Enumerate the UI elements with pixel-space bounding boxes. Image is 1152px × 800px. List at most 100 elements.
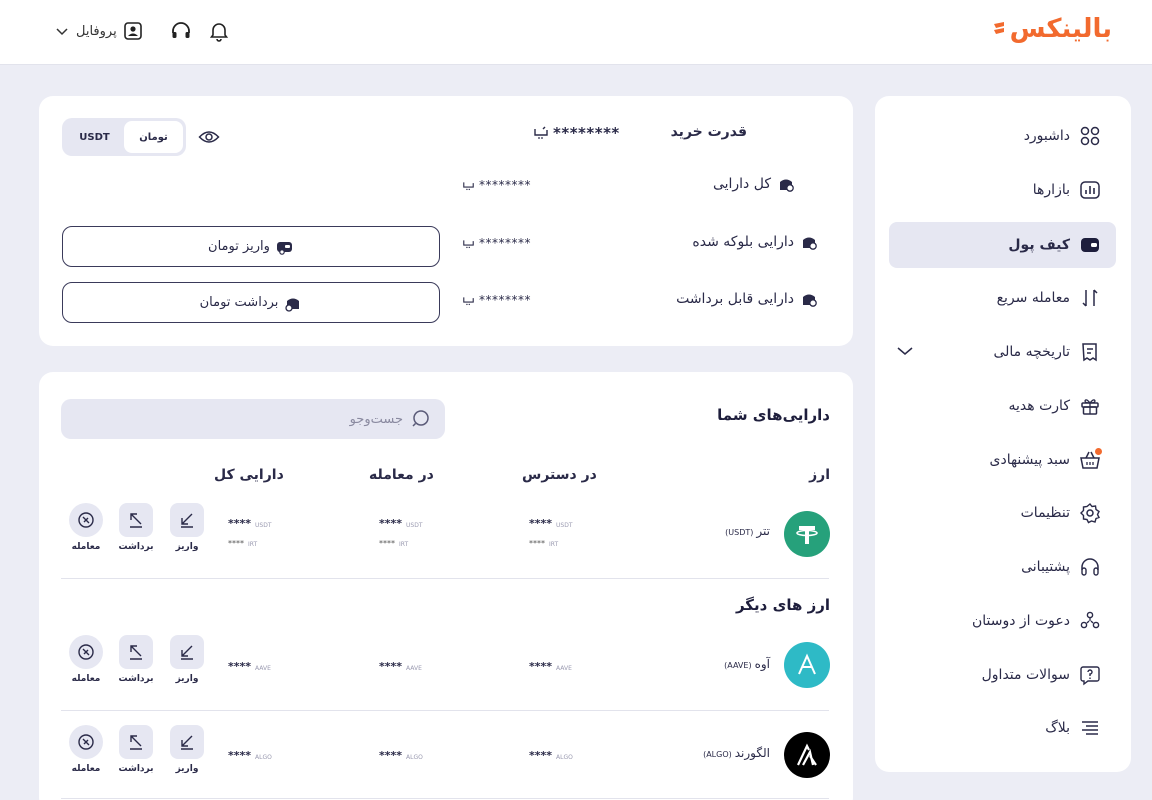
sidebar-item-markets[interactable]: بازارها [889, 167, 1116, 213]
logo[interactable]: بالینکس [992, 12, 1112, 46]
currency-toggle[interactable]: USDT تومان [62, 118, 186, 156]
row-divider [61, 578, 829, 579]
profile-menu[interactable]: پروفایل [54, 21, 143, 41]
available-irt: **** IRT [529, 539, 559, 548]
aave-logo [784, 642, 830, 688]
sidebar-item-invite[interactable]: دعوت از دوستان [889, 598, 1116, 644]
col-available: در دسترس [522, 467, 597, 483]
sidebar-item-blog[interactable]: بلاگ [889, 705, 1116, 751]
notification-dot [1095, 448, 1102, 455]
total-irt: **** IRT [228, 539, 258, 548]
gift-icon [1078, 394, 1102, 418]
assets-title: دارایی‌های شما [717, 406, 830, 424]
search-placeholder: جست‌وجو [349, 411, 403, 427]
receipt-icon [1078, 340, 1102, 364]
in-trade-value: **** AAVE [379, 660, 422, 673]
chevron-down-icon[interactable] [895, 341, 915, 361]
arrow-up-left-icon [130, 735, 142, 750]
sidebar-item-label: سبد پیشنهادی [989, 452, 1071, 468]
in-trade-value: **** USDT [379, 517, 423, 530]
sidebar-item-dashboard[interactable]: داشبورد [889, 113, 1116, 159]
col-total: دارایی کل [214, 467, 284, 483]
deposit-toman-button[interactable]: واریز تومان [62, 226, 440, 267]
lines-icon [1078, 716, 1102, 740]
sidebar-item-wallet[interactable]: کیف پول [889, 222, 1116, 268]
sidebar-item-label: تاریخچه مالی [993, 344, 1070, 360]
money-bag-icon [803, 294, 817, 307]
sidebar-item-basket[interactable]: سبد پیشنهادی [889, 437, 1116, 483]
eye-icon[interactable] [198, 126, 220, 152]
withdrawable-asset-row: دارایی قابل برداشت [676, 290, 818, 308]
headset-icon[interactable] [169, 19, 193, 43]
total-value: **** ALGO [228, 749, 272, 762]
sidebar-item-quick-trade[interactable]: معامله سریع [889, 275, 1116, 321]
question-icon [1078, 663, 1102, 687]
blocked-asset-row: دارایی بلوکه شده [692, 233, 818, 251]
row-divider [61, 710, 829, 711]
deposit-icon [276, 241, 292, 255]
gear-icon [1078, 501, 1102, 525]
sidebar-item-label: پشتیبانی [1021, 559, 1070, 575]
total-value: **** USDT [228, 517, 272, 530]
in-trade-irt: **** IRT [379, 539, 409, 548]
user-icon [123, 22, 142, 40]
wallet-icon [1078, 233, 1102, 257]
toggle-toman[interactable]: تومان [124, 121, 183, 153]
sidebar-item-settings[interactable]: تنظیمات [889, 490, 1116, 536]
sidebar-item-label: کارت هدیه [1008, 398, 1070, 414]
tether-logo [784, 511, 830, 557]
trade-action[interactable]: معامله [68, 635, 104, 684]
chevron-down-icon [56, 28, 68, 36]
withdraw-action[interactable]: برداشت [118, 503, 154, 552]
logo-text: بالینکس [1009, 14, 1112, 44]
logo-mark-icon [993, 22, 1004, 34]
withdraw-action[interactable]: برداشت [118, 725, 154, 774]
money-bag-icon [803, 237, 817, 250]
arrow-up-left-icon [130, 513, 142, 528]
sidebar-item-label: کیف پول [1008, 237, 1070, 253]
top-header: بالینکس پروفایل [0, 0, 1152, 65]
arrow-down-left-icon [181, 645, 193, 660]
headset-icon [1078, 555, 1102, 579]
toman-icon [463, 239, 474, 248]
total-value: **** AAVE [228, 660, 271, 673]
withdraw-action[interactable]: برداشت [118, 635, 154, 684]
toman-icon [534, 126, 548, 139]
coin-name: الگورند (ALGO) [703, 746, 770, 760]
sidebar-item-support[interactable]: پشتیبانی [889, 544, 1116, 590]
total-asset-row: کل دارایی [713, 175, 795, 193]
toggle-usdt[interactable]: USDT [65, 121, 124, 153]
people-icon [1078, 609, 1102, 633]
search-icon [412, 410, 429, 427]
deposit-action[interactable]: واریز [169, 503, 205, 552]
available-value: **** AAVE [529, 660, 572, 673]
withdraw-toman-button[interactable]: برداشت تومان [62, 282, 440, 323]
trade-action[interactable]: معامله [68, 725, 104, 774]
deposit-action[interactable]: واریز [169, 635, 205, 684]
buying-power-label: قدرت خرید [670, 124, 747, 140]
arrow-up-left-icon [130, 645, 142, 660]
trade-action[interactable]: معامله [68, 503, 104, 552]
col-currency: ارز [809, 467, 830, 483]
swap-arrows-icon [1078, 286, 1102, 310]
arrow-down-left-icon [181, 735, 193, 750]
profile-label: پروفایل [76, 23, 117, 39]
trade-icon [78, 734, 94, 750]
toman-icon [463, 296, 474, 305]
sidebar-item-history[interactable]: تاریخچه مالی [889, 329, 1116, 375]
search-input[interactable]: جست‌وجو [61, 399, 445, 439]
withdrawable-asset-value: ******** [462, 293, 531, 307]
sidebar-item-faq[interactable]: سوالات متداول [889, 652, 1116, 698]
other-currencies-title: ارز های دیگر [735, 596, 830, 614]
algorand-logo [784, 732, 830, 778]
coin-name: آوه (AAVE) [724, 657, 770, 671]
sidebar-item-label: بازارها [1032, 182, 1070, 198]
trade-icon [78, 644, 94, 660]
deposit-action[interactable]: واریز [169, 725, 205, 774]
bell-icon[interactable] [207, 19, 231, 43]
total-asset-value: ******** [462, 178, 531, 192]
sidebar-item-label: سوالات متداول [981, 667, 1070, 683]
sidebar-item-gift-card[interactable]: کارت هدیه [889, 383, 1116, 429]
arrow-down-left-icon [181, 513, 193, 528]
dashboard-grid-icon [1078, 124, 1102, 148]
